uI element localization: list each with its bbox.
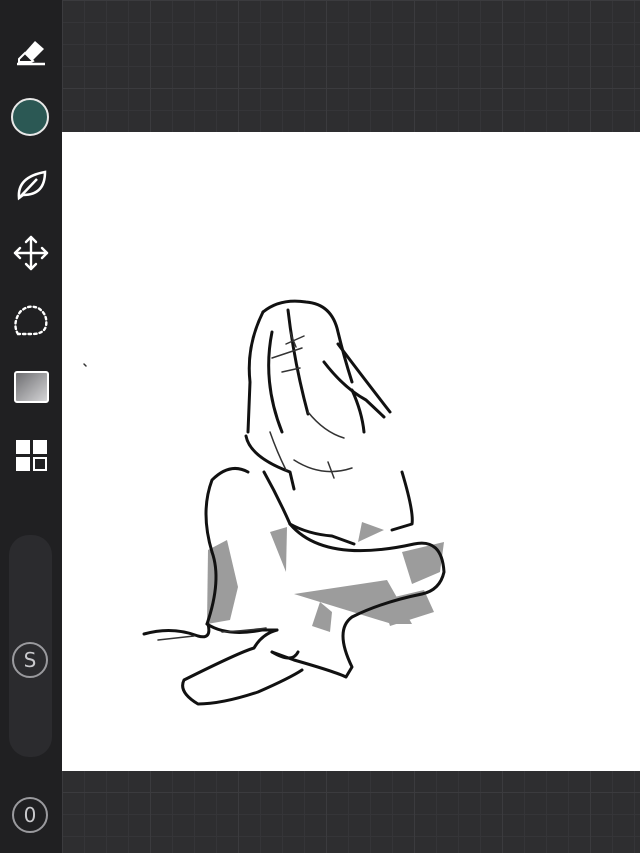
drawing-canvas[interactable] — [62, 132, 640, 771]
color-swatch[interactable] — [11, 98, 49, 136]
lasso-selection-icon[interactable] — [8, 297, 54, 343]
canvas-artwork — [83, 299, 446, 706]
eraser-icon[interactable] — [8, 27, 54, 73]
move-arrows-icon[interactable] — [8, 230, 54, 276]
gradient-square-icon[interactable] — [8, 364, 54, 410]
leaf-icon[interactable] — [8, 162, 54, 208]
bottom-zero-button[interactable]: 0 — [12, 797, 48, 833]
layers-grid-icon[interactable] — [8, 432, 54, 478]
slider-s-button[interactable]: S — [12, 642, 48, 678]
left-toolbar: S 0 — [0, 0, 62, 853]
